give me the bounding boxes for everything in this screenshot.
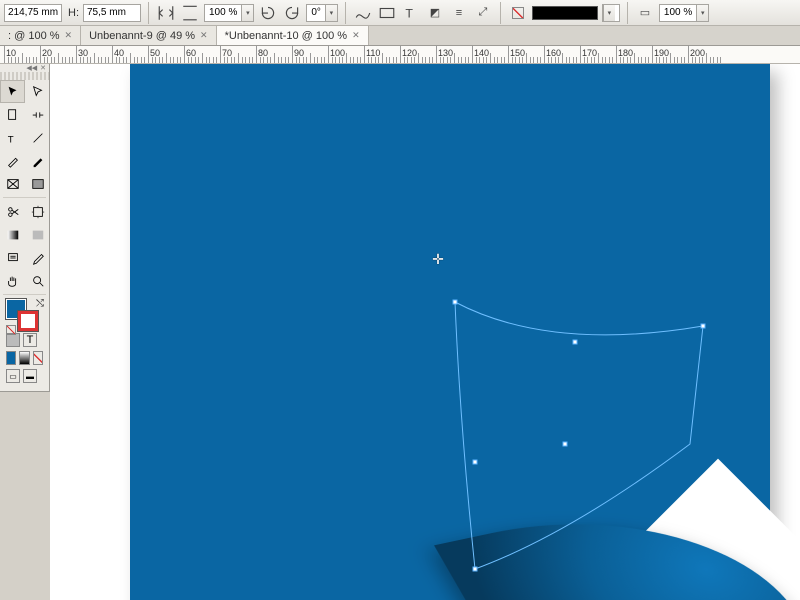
format-container-icon[interactable] (6, 333, 20, 347)
separator (627, 2, 628, 24)
no-stroke-icon[interactable] (508, 3, 528, 23)
separator (500, 2, 501, 24)
svg-text:T: T (405, 6, 413, 20)
stroke-swatch[interactable] (18, 311, 38, 331)
type-tool[interactable]: T (0, 126, 25, 149)
view-mode-row: ▭ ▬ (0, 367, 49, 385)
flip-v-icon[interactable] (180, 3, 200, 23)
gap-tool[interactable] (25, 103, 50, 126)
tab-doc-3[interactable]: *Unbenannt-10 @ 100 % ✕ (217, 26, 369, 45)
swap-colors-icon[interactable]: ⤭ (36, 298, 44, 309)
close-icon[interactable]: ✕ (65, 30, 73, 41)
gradient-feather-tool[interactable] (25, 223, 50, 246)
type-icon[interactable]: T (401, 3, 421, 23)
tab-label: Unbenannt-9 @ 49 % (89, 30, 195, 42)
tab-label: *Unbenannt-10 @ 100 % (225, 30, 347, 42)
selection-tool[interactable] (0, 80, 25, 103)
free-transform-tool[interactable] (25, 200, 50, 223)
rectangle-tool[interactable] (25, 172, 50, 195)
anchor-point[interactable] (573, 340, 578, 345)
gradient-tool[interactable] (0, 223, 25, 246)
separator (3, 197, 46, 198)
zoom-combo[interactable]: 100 % ▾ (204, 4, 254, 22)
separator (345, 2, 346, 24)
hand-tool[interactable] (0, 269, 25, 292)
apply-gradient-icon[interactable] (19, 351, 29, 365)
style-row (0, 349, 49, 367)
anchor-point[interactable] (473, 460, 478, 465)
frame-tool[interactable] (0, 172, 25, 195)
preview-mode-icon[interactable]: ▬ (23, 369, 37, 383)
zoom-tool[interactable] (25, 269, 50, 292)
anchor-point[interactable] (701, 324, 706, 329)
zoom2-value: 100 % (660, 7, 696, 18)
line-tool[interactable] (25, 126, 50, 149)
tab-doc-2[interactable]: Unbenannt-9 @ 49 % ✕ (81, 26, 217, 45)
rotate-combo[interactable]: 0° ▾ (306, 4, 338, 22)
note-tool[interactable] (0, 246, 25, 269)
warp-icon[interactable] (353, 3, 373, 23)
zoom2-combo[interactable]: 100 % ▾ (659, 4, 709, 22)
opacity-icon[interactable]: ◩ (425, 3, 445, 23)
width-input[interactable] (4, 4, 62, 22)
toolbox: ◀◀✕ T ⤭ T (0, 64, 50, 392)
height-label: H: (66, 7, 81, 19)
transform-icon[interactable]: ⤢ (473, 3, 493, 23)
anchor-point[interactable] (563, 442, 568, 447)
normal-mode-icon[interactable]: ▭ (6, 369, 20, 383)
close-icon[interactable]: ✕ (352, 30, 360, 41)
eyedropper-tool[interactable] (25, 246, 50, 269)
height-field: H: (66, 3, 141, 23)
canvas-viewport[interactable]: ✛ (50, 64, 800, 600)
close-icon[interactable]: ✕ (40, 64, 46, 72)
tab-label: : @ 100 % (8, 30, 60, 42)
rotate-right-icon[interactable] (282, 3, 302, 23)
options-bar: H: 100 % ▾ 0° ▾ T ◩ ≡ ⤢ ▾ ▭ 100 % ▾ (0, 0, 800, 26)
height-input[interactable] (83, 4, 141, 22)
flip-h-icon[interactable] (156, 3, 176, 23)
chevron-down-icon[interactable]: ▾ (696, 5, 708, 21)
chevron-down-icon[interactable]: ▾ (325, 5, 337, 21)
direct-selection-tool[interactable] (25, 80, 50, 103)
apply-none-icon[interactable] (33, 351, 43, 365)
align-icon[interactable]: ≡ (449, 3, 469, 23)
anchor-point[interactable] (453, 300, 458, 305)
chevron-down-icon[interactable]: ▾ (241, 5, 253, 21)
close-icon[interactable]: ✕ (200, 30, 208, 41)
page-artwork[interactable] (130, 64, 770, 600)
collapse-icon[interactable]: ◀◀ (26, 64, 37, 72)
ruler-horizontal[interactable]: 1020304050607080901001101201301401501601… (0, 46, 800, 64)
tab-doc-1[interactable]: : @ 100 % ✕ (0, 26, 81, 45)
stroke-color-menu[interactable]: ▾ (602, 4, 620, 22)
apply-color-icon[interactable] (6, 351, 16, 365)
default-colors-icon[interactable] (6, 325, 16, 335)
rotate-left-icon[interactable] (258, 3, 278, 23)
toolbox-handle[interactable] (0, 72, 49, 80)
anchor-point[interactable] (473, 567, 478, 572)
chevron-down-icon[interactable]: ▾ (603, 5, 615, 21)
rotate-value: 0° (307, 7, 325, 18)
document-tabs: : @ 100 % ✕ Unbenannt-9 @ 49 % ✕ *Unbena… (0, 26, 800, 46)
envelope-icon[interactable] (377, 3, 397, 23)
pencil-tool[interactable] (25, 149, 50, 172)
zoom-value: 100 % (205, 7, 241, 18)
color-swatches: ⤭ (0, 297, 49, 331)
pen-tool[interactable] (0, 149, 25, 172)
width-field (4, 3, 62, 23)
stroke-color-swatch[interactable] (532, 6, 598, 20)
doc-icon[interactable]: ▭ (635, 3, 655, 23)
scissors-tool[interactable] (0, 200, 25, 223)
svg-text:T: T (7, 134, 13, 145)
page-tool[interactable] (0, 103, 25, 126)
format-text-icon[interactable]: T (23, 333, 37, 347)
separator (3, 294, 46, 295)
toolbox-titlebar[interactable]: ◀◀✕ (0, 64, 49, 72)
separator (148, 2, 149, 24)
